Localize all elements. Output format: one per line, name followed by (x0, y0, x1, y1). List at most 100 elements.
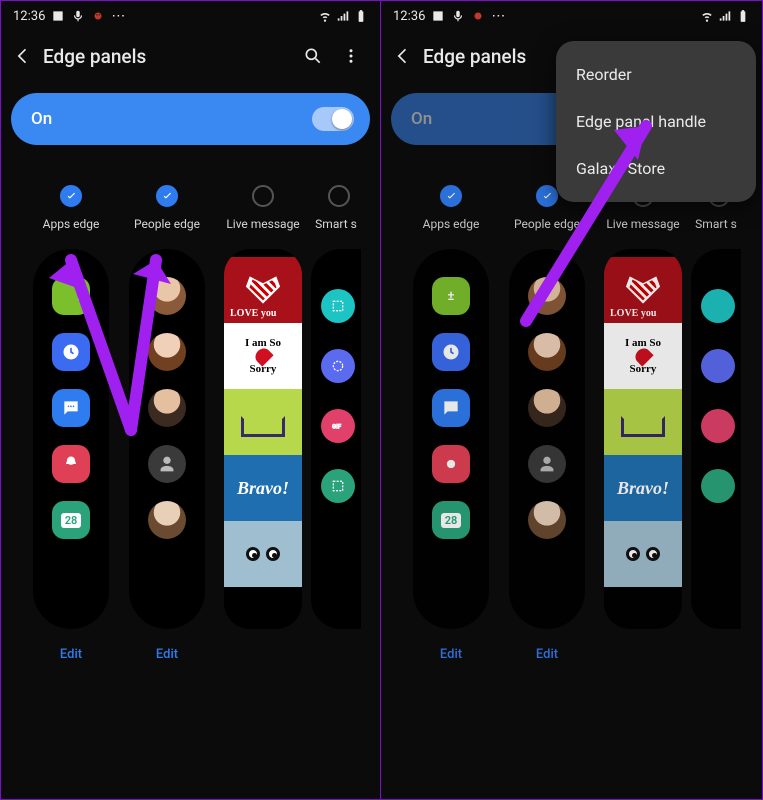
contact-avatar (148, 445, 186, 483)
panel-check[interactable] (440, 185, 462, 207)
live-card-bravo: Bravo! (224, 455, 302, 521)
live-card-sorry: I am SoSorry (224, 323, 302, 389)
contact-avatar (148, 333, 186, 371)
image-icon (51, 9, 65, 23)
status-bar: 12:36 ⋯ (381, 1, 762, 31)
signal-icon (336, 9, 350, 23)
panel-label: Apps edge (43, 217, 100, 231)
master-toggle-row[interactable]: On (11, 93, 370, 145)
signal-icon (718, 9, 732, 23)
clock-icon (52, 333, 90, 371)
live-card-crown (224, 389, 302, 455)
panel-apps-edge[interactable]: Apps edge ± 28 Edit (403, 185, 499, 662)
panel-smart-select[interactable]: Smart s GIF (311, 185, 361, 662)
edit-link[interactable]: Edit (440, 647, 462, 662)
smart-rect-icon (701, 289, 735, 323)
panel-check[interactable] (156, 185, 178, 207)
panel-preview: GIF (311, 249, 361, 629)
smart-pin-icon (701, 469, 735, 503)
panels-scroll[interactable]: Apps edge ± 28 Edit People edge (1, 185, 380, 745)
battery-icon (354, 9, 368, 23)
contact-avatar (528, 333, 566, 371)
search-button[interactable] (294, 37, 332, 75)
wifi-icon (700, 9, 714, 23)
master-toggle-label: On (31, 109, 52, 129)
screenshot-left: 12:36 ⋯ Edge panels (0, 0, 381, 800)
master-toggle-label: On (411, 109, 432, 129)
header: Edge panels (1, 31, 380, 81)
menu-edge-panel-handle[interactable]: Edge panel handle (556, 98, 756, 145)
back-button[interactable] (11, 44, 35, 68)
clock-icon (432, 333, 470, 371)
panel-label: Apps edge (423, 217, 480, 231)
contact-avatar (528, 501, 566, 539)
calendar-icon: 28 (432, 501, 470, 539)
panel-label: Live message (606, 217, 679, 231)
panel-check[interactable] (536, 185, 558, 207)
live-card-sorry: I am SoSorry (604, 323, 682, 389)
panel-label: Live message (226, 217, 299, 231)
clock: 12:36 (13, 9, 45, 24)
panel-label: Smart s (315, 217, 357, 231)
panel-label: Smart s (695, 217, 737, 231)
smart-gif-icon (701, 409, 735, 443)
live-card-eyes (604, 521, 682, 587)
panel-live-message[interactable]: Live message LOVE you I am SoSorry Bravo… (595, 185, 691, 662)
calendar-icon: 28 (52, 501, 90, 539)
panel-check[interactable] (60, 185, 82, 207)
contact-avatar (528, 445, 566, 483)
menu-galaxy-store[interactable]: Galaxy Store (556, 145, 756, 192)
wifi-icon (318, 9, 332, 23)
live-card-love: LOVE you (604, 257, 682, 323)
panels-scroll[interactable]: Apps edge ± 28 Edit People edge (381, 185, 762, 745)
contact-avatar (528, 389, 566, 427)
battery-icon (736, 9, 750, 23)
panel-live-message[interactable]: Live message LOVE you I am SoSorry Bravo… (215, 185, 311, 662)
live-card-eyes (224, 521, 302, 587)
more-notifications-icon: ⋯ (491, 8, 506, 24)
overflow-button[interactable] (332, 37, 370, 75)
gallery-icon (52, 445, 90, 483)
panel-apps-edge[interactable]: Apps edge ± 28 Edit (23, 185, 119, 662)
panel-people-edge[interactable]: People edge Edit (499, 185, 595, 662)
contact-avatar (148, 277, 186, 315)
panel-preview (129, 249, 205, 629)
more-notifications-icon: ⋯ (111, 8, 126, 24)
panel-preview: LOVE you I am SoSorry Bravo! (224, 249, 302, 629)
panel-preview: LOVE you I am SoSorry Bravo! (604, 249, 682, 629)
mic-icon (451, 9, 465, 23)
smart-gif-icon: GIF (321, 409, 355, 443)
page-title: Edge panels (35, 45, 294, 68)
smart-rect-icon (321, 289, 355, 323)
smart-oval-icon (321, 349, 355, 383)
smart-oval-icon (701, 349, 735, 383)
smart-pin-icon (321, 469, 355, 503)
menu-reorder[interactable]: Reorder (556, 51, 756, 98)
edit-link[interactable]: Edit (60, 647, 82, 662)
panel-preview (509, 249, 585, 629)
edit-link[interactable]: Edit (156, 647, 178, 662)
panel-people-edge[interactable]: People edge Edit (119, 185, 215, 662)
panel-label: People edge (134, 217, 200, 231)
gallery-icon (432, 445, 470, 483)
messages-icon (432, 389, 470, 427)
messages-icon (52, 389, 90, 427)
live-card-bravo: Bravo! (604, 455, 682, 521)
back-button[interactable] (391, 44, 415, 68)
calculator-icon: ± (52, 277, 90, 315)
contact-avatar (528, 277, 566, 315)
panel-check[interactable] (252, 185, 274, 207)
panel-smart-select[interactable]: Smart s (691, 185, 741, 662)
edit-link[interactable]: Edit (536, 647, 558, 662)
calculator-icon: ± (432, 277, 470, 315)
live-card-crown (604, 389, 682, 455)
panel-check[interactable] (328, 185, 350, 207)
master-toggle-switch[interactable] (312, 107, 354, 131)
image-icon (431, 9, 445, 23)
mic-icon (71, 9, 85, 23)
overflow-menu: Reorder Edge panel handle Galaxy Store (556, 41, 756, 202)
svg-text:GIF: GIF (332, 424, 342, 431)
panel-label: People edge (514, 217, 580, 231)
status-bar: 12:36 ⋯ (1, 1, 380, 31)
bug-icon (91, 9, 105, 23)
